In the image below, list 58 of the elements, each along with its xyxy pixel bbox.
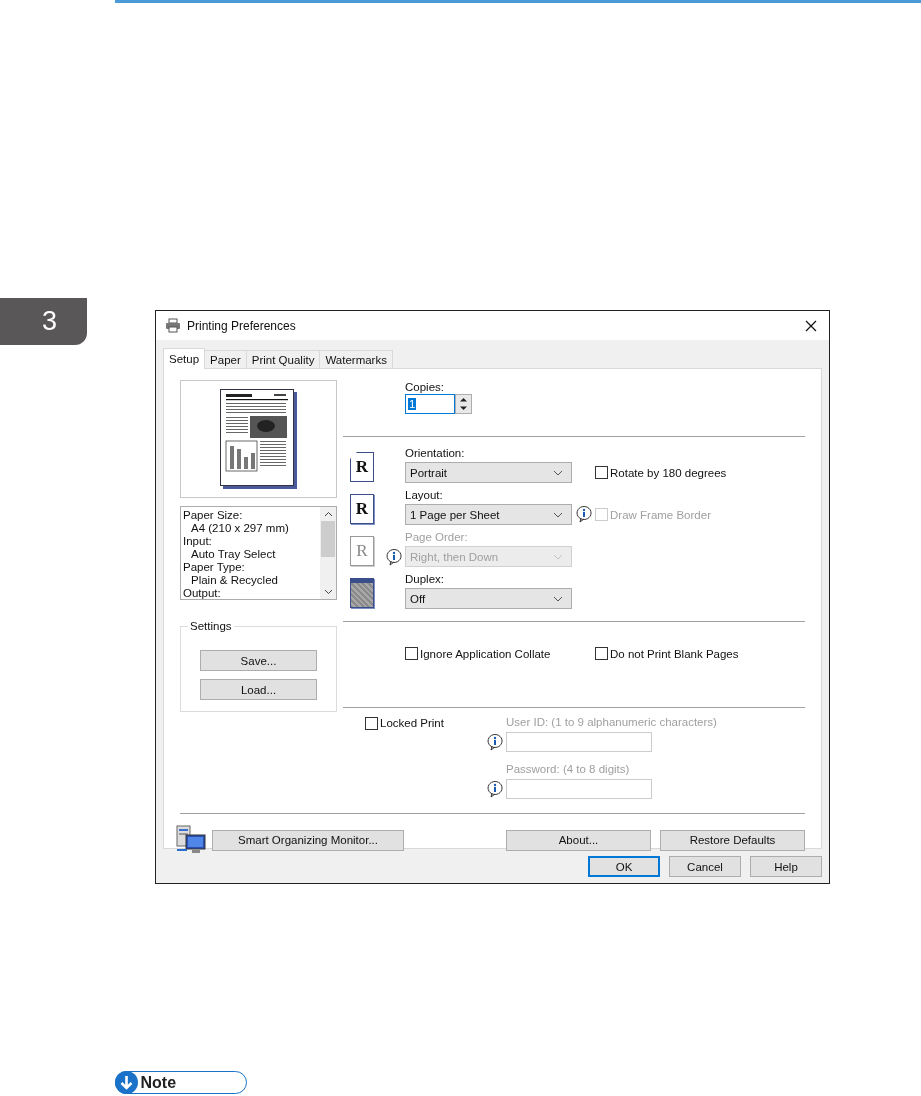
scroll-down-icon[interactable] <box>323 589 333 595</box>
field-label: User ID: (1 to 9 alphanumeric characters) <box>506 715 717 729</box>
checkbox-label: Do not Print Blank Pages <box>610 647 739 660</box>
dialog-button[interactable]: Cancel <box>669 856 741 877</box>
tab[interactable]: Print Quality <box>245 350 321 368</box>
page-icon: R <box>350 494 374 524</box>
footer-button[interactable]: Smart Organizing Monitor... <box>212 829 404 851</box>
scrollbar[interactable] <box>320 507 336 599</box>
caret-icon <box>553 595 563 602</box>
summary-label: Output: <box>183 587 222 600</box>
caret-icon <box>553 553 563 560</box>
info-icon[interactable] <box>486 780 504 798</box>
close-icon[interactable] <box>805 319 817 332</box>
summary-label: Input: <box>183 535 213 548</box>
tab[interactable]: Paper <box>204 350 247 368</box>
settings-button[interactable]: Save... <box>200 650 317 671</box>
page-icon: R <box>350 452 374 482</box>
group-title: Settings <box>189 620 233 632</box>
field-label: Password: (4 to 8 digits) <box>506 762 631 776</box>
footer-button[interactable]: Restore Defaults <box>660 829 805 851</box>
field-label: Layout: <box>405 488 444 502</box>
window-title: Printing Preferences <box>187 318 296 333</box>
checkbox-label: Ignore Application Collate <box>420 647 551 660</box>
checkbox[interactable] <box>595 647 608 660</box>
summary-value: Auto Tray Select <box>190 548 277 561</box>
caret-icon <box>553 511 563 518</box>
settings-button[interactable]: Load... <box>200 679 317 700</box>
checkbox[interactable] <box>365 716 378 730</box>
checkbox-label: Draw Frame Border <box>610 509 711 521</box>
summary-value: A4 (210 x 297 mm) <box>190 522 290 535</box>
dropdown[interactable]: 1 Page per Sheet <box>405 504 572 525</box>
printer-icon <box>165 318 181 333</box>
dialog-button[interactable]: OK <box>588 856 660 877</box>
dropdown[interactable]: Off <box>405 588 572 609</box>
summary-label: Paper Type: <box>183 561 246 574</box>
field-label: Duplex: <box>405 572 445 586</box>
caret-icon <box>553 469 563 476</box>
spin-buttons[interactable] <box>455 394 472 414</box>
checkbox-label: Rotate by 180 degrees <box>610 467 727 479</box>
checkbox[interactable] <box>405 647 418 660</box>
info-icon[interactable] <box>575 505 593 523</box>
checkbox[interactable] <box>595 466 608 479</box>
scroll-up-icon[interactable] <box>323 511 333 517</box>
note-heading: Note <box>140 1073 177 1092</box>
tab[interactable]: Watermarks <box>319 350 393 368</box>
checkbox-label: Locked Print <box>380 717 444 729</box>
footer-button[interactable]: About... <box>506 829 651 851</box>
page-icon: R <box>350 536 374 566</box>
dialog-button[interactable]: Help <box>750 856 822 877</box>
summary-value: Plain & Recycled <box>190 574 279 587</box>
info-icon[interactable] <box>486 733 504 751</box>
dropdown[interactable]: Portrait <box>405 462 572 483</box>
field-label: Page Order: <box>405 530 469 544</box>
field-label: Orientation: <box>405 446 466 460</box>
summary-label: Paper Size: <box>183 509 244 522</box>
tab[interactable]: Setup <box>163 348 206 369</box>
copies-field[interactable]: 1 <box>405 394 455 414</box>
copies-label: Copies: <box>405 380 445 394</box>
